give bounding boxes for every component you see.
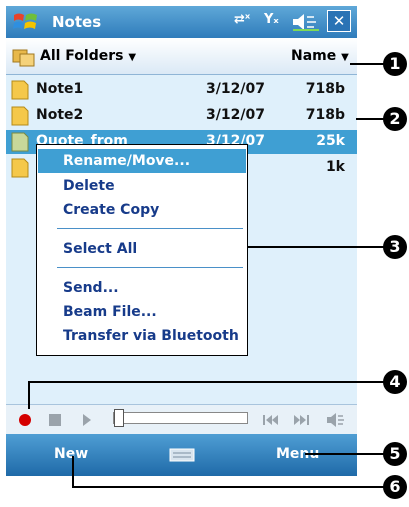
volume-icon[interactable] <box>292 13 320 31</box>
callout-6: 6 <box>383 475 407 499</box>
pocketpc-screen: Notes ⇄ˣ Yₓ ✕ All Folders ▼ Name ▼ Note1… <box>6 6 357 476</box>
slider-thumb[interactable] <box>114 409 124 427</box>
next-icon[interactable] <box>290 408 312 432</box>
note-file-icon <box>11 106 29 126</box>
callout-leader <box>247 246 384 248</box>
callout-5: 5 <box>383 442 407 466</box>
keyboard-icon[interactable] <box>169 448 195 462</box>
callout-2: 2 <box>383 107 407 131</box>
callout-leader <box>72 486 384 488</box>
callout-leader <box>305 453 384 455</box>
voice-recorder-bar <box>6 404 357 435</box>
play-icon[interactable] <box>76 408 98 432</box>
softkey-bar: New Menu <box>6 434 357 476</box>
menu-divider <box>57 267 243 268</box>
folder-bar: All Folders ▼ Name ▼ <box>6 38 357 75</box>
note-size: 1k <box>325 159 345 175</box>
callout-3: 3 <box>383 235 407 259</box>
menu-item-rename-move[interactable]: Rename/Move... <box>38 149 246 173</box>
note-date: 3/12/07 <box>206 81 265 97</box>
note-date: 3/12/07 <box>206 107 265 123</box>
note-file-icon <box>11 132 29 152</box>
note-name: Note1 <box>36 81 84 97</box>
connectivity-icon[interactable]: ⇄ˣ <box>234 12 250 27</box>
note-file-icon <box>11 158 29 178</box>
sort-dropdown[interactable]: Name ▼ <box>291 48 349 64</box>
callout-1: 1 <box>383 52 407 76</box>
note-name: Note2 <box>36 107 84 123</box>
menu-divider <box>57 228 243 229</box>
note-size: 718b <box>305 107 345 123</box>
previous-icon[interactable] <box>260 408 282 432</box>
note-file-icon <box>11 80 29 100</box>
app-title: Notes <box>52 13 102 31</box>
menu-item-transfer-bluetooth[interactable]: Transfer via Bluetooth <box>63 328 239 344</box>
list-item[interactable]: Note1 3/12/07 718b <box>6 78 357 102</box>
record-icon[interactable] <box>14 408 36 432</box>
folder-icon <box>12 49 35 67</box>
menu-item-create-copy[interactable]: Create Copy <box>63 202 159 218</box>
menu-item-delete[interactable]: Delete <box>63 178 115 194</box>
context-menu: Rename/Move... Delete Create Copy Select… <box>36 144 248 356</box>
note-size: 25k <box>316 133 345 149</box>
callout-4: 4 <box>383 370 407 394</box>
menu-item-send[interactable]: Send... <box>63 280 119 296</box>
callout-leader <box>28 381 30 409</box>
stop-icon[interactable] <box>44 408 66 432</box>
speaker-icon[interactable] <box>324 408 346 432</box>
signal-icon[interactable]: Yₓ <box>264 12 279 27</box>
close-button[interactable]: ✕ <box>327 10 351 32</box>
callout-leader <box>72 456 74 488</box>
folder-dropdown-label: All Folders <box>40 48 124 64</box>
menu-item-select-all[interactable]: Select All <box>63 241 137 257</box>
callout-leader <box>356 118 384 120</box>
callout-leader <box>350 63 384 65</box>
menu-item-beam-file[interactable]: Beam File... <box>63 304 157 320</box>
callout-leader <box>28 381 384 383</box>
sort-dropdown-label: Name <box>291 48 337 64</box>
close-icon: ✕ <box>332 12 346 30</box>
chevron-down-icon: ▼ <box>128 52 137 63</box>
playback-slider[interactable] <box>113 412 248 424</box>
note-size: 718b <box>305 81 345 97</box>
title-bar: Notes ⇄ˣ Yₓ ✕ <box>6 6 357 38</box>
start-flag-icon[interactable] <box>12 10 40 34</box>
chevron-down-icon: ▼ <box>341 52 349 63</box>
folder-dropdown[interactable]: All Folders ▼ <box>40 48 136 64</box>
list-item[interactable]: Note2 3/12/07 718b <box>6 104 357 128</box>
